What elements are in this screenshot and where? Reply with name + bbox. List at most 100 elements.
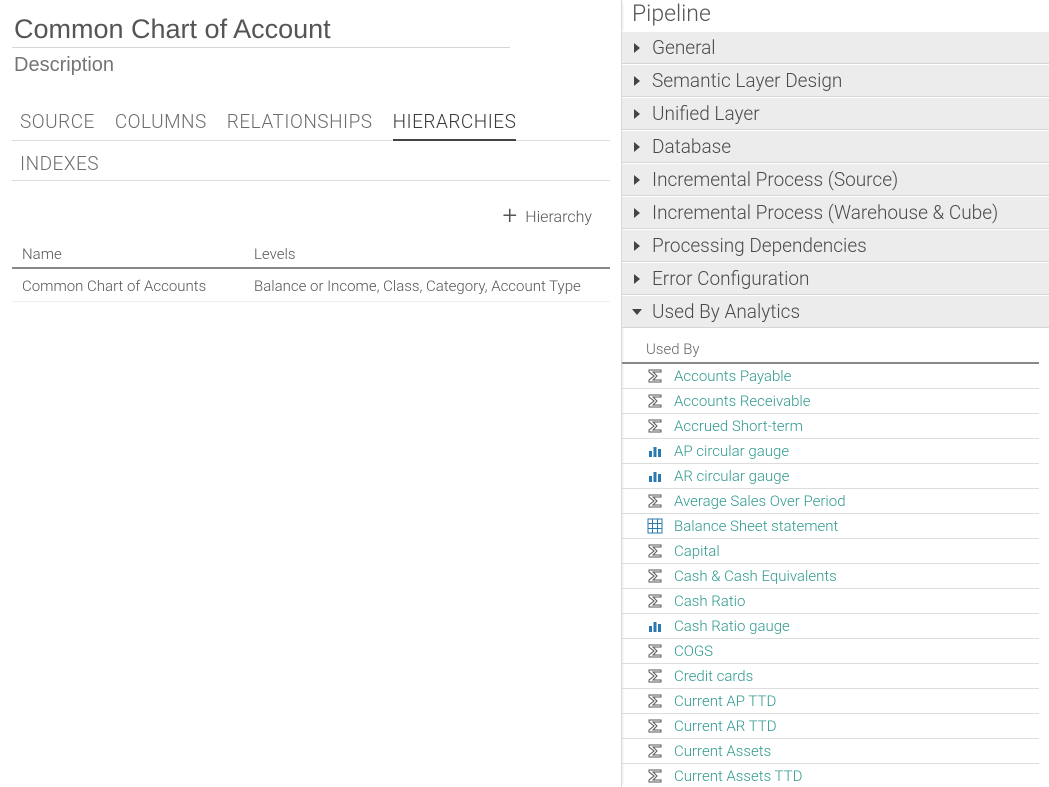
- usedby-item-label: Balance Sheet statement: [674, 517, 838, 535]
- usedby-item[interactable]: Credit cards: [622, 664, 1039, 689]
- table-row[interactable]: Common Chart of Accounts Balance or Inco…: [12, 269, 610, 302]
- accordion-semantic[interactable]: Semantic Layer Design: [622, 64, 1049, 97]
- col-header-name: Name: [22, 245, 254, 263]
- usedby-item[interactable]: AR circular gauge: [622, 464, 1039, 489]
- sigma-icon: [646, 593, 664, 609]
- accordion-label: Processing Dependencies: [652, 234, 867, 257]
- usedby-item-label: Current Assets TTD: [674, 767, 802, 785]
- caret-right-icon: [632, 208, 642, 218]
- tab-source[interactable]: SOURCE: [20, 106, 95, 141]
- caret-right-icon: [632, 76, 642, 86]
- hierarchy-table: Name Levels Common Chart of Accounts Bal…: [12, 239, 610, 302]
- sigma-icon: [646, 418, 664, 434]
- usedby-item-label: AR circular gauge: [674, 467, 789, 485]
- usedby-item-label: Current AR TTD: [674, 717, 777, 735]
- caret-right-icon: [632, 109, 642, 119]
- caret-right-icon: [632, 43, 642, 53]
- usedby-header: Used By: [622, 334, 1039, 364]
- sigma-icon: [646, 568, 664, 584]
- sigma-icon: [646, 543, 664, 559]
- accordion-database[interactable]: Database: [622, 130, 1049, 163]
- cell-levels: Balance or Income, Class, Category, Acco…: [254, 277, 610, 295]
- description-input[interactable]: [12, 48, 510, 79]
- accordion-label: Error Configuration: [652, 267, 809, 290]
- usedby-item-label: Cash & Cash Equivalents: [674, 567, 837, 585]
- accordion-label: Unified Layer: [652, 102, 760, 125]
- usedby-item-label: Current AP TTD: [674, 692, 776, 710]
- main-panel: SOURCE COLUMNS RELATIONSHIPS HIERARCHIES…: [0, 0, 622, 787]
- bars-icon: [646, 618, 664, 634]
- accordion-label: Used By Analytics: [652, 300, 800, 323]
- caret-right-icon: [632, 175, 642, 185]
- accordion-label: Semantic Layer Design: [652, 69, 842, 92]
- pipeline-title: Pipeline: [622, 0, 1049, 31]
- usedby-item[interactable]: Current AR TTD: [622, 714, 1039, 739]
- plus-icon: +: [503, 203, 518, 229]
- sigma-icon: [646, 768, 664, 784]
- bars-icon: [646, 468, 664, 484]
- accordion-label: Incremental Process (Source): [652, 168, 898, 191]
- sigma-icon: [646, 493, 664, 509]
- usedby-item[interactable]: Accounts Receivable: [622, 389, 1039, 414]
- caret-right-icon: [632, 241, 642, 251]
- accordion-label: General: [652, 36, 716, 59]
- add-hierarchy-button[interactable]: + Hierarchy: [12, 203, 610, 229]
- sigma-icon: [646, 743, 664, 759]
- sigma-icon: [646, 643, 664, 659]
- caret-right-icon: [632, 142, 642, 152]
- usedby-item[interactable]: Cash Ratio: [622, 589, 1039, 614]
- usedby-item[interactable]: Cash & Cash Equivalents: [622, 564, 1039, 589]
- sigma-icon: [646, 693, 664, 709]
- cell-name: Common Chart of Accounts: [22, 277, 254, 295]
- tab-hierarchies[interactable]: HIERARCHIES: [393, 106, 517, 141]
- usedby-item[interactable]: Capital: [622, 539, 1039, 564]
- usedby-item-label: Accrued Short-term: [674, 417, 803, 435]
- tab-columns[interactable]: COLUMNS: [115, 106, 207, 141]
- sigma-icon: [646, 718, 664, 734]
- usedby-item-label: Current Assets: [674, 742, 771, 760]
- accordion-general[interactable]: General: [622, 31, 1049, 64]
- col-header-levels: Levels: [254, 245, 610, 263]
- accordion-inc_wh[interactable]: Incremental Process (Warehouse & Cube): [622, 196, 1049, 229]
- accordion: General Semantic Layer Design Unified Laye…: [622, 31, 1049, 328]
- usedby-item-label: Accounts Receivable: [674, 392, 811, 410]
- add-hierarchy-label: Hierarchy: [525, 207, 592, 226]
- tabs-row-2: INDEXES: [12, 147, 610, 181]
- accordion-inc_source[interactable]: Incremental Process (Source): [622, 163, 1049, 196]
- accordion-error_cfg[interactable]: Error Configuration: [622, 262, 1049, 295]
- tabs-row-1: SOURCE COLUMNS RELATIONSHIPS HIERARCHIES: [12, 105, 610, 141]
- usedby-item-label: Cash Ratio gauge: [674, 617, 790, 635]
- accordion-used_by[interactable]: Used By Analytics: [622, 295, 1049, 328]
- pipeline-panel: Pipeline General Semantic Layer Design Uni…: [622, 0, 1049, 787]
- sigma-icon: [646, 368, 664, 384]
- accordion-unified[interactable]: Unified Layer: [622, 97, 1049, 130]
- sigma-icon: [646, 393, 664, 409]
- tab-relationships[interactable]: RELATIONSHIPS: [227, 106, 373, 141]
- usedby-item-label: COGS: [674, 642, 713, 660]
- usedby-item[interactable]: COGS: [622, 639, 1039, 664]
- caret-right-icon: [632, 274, 642, 284]
- usedby-item[interactable]: Current Assets: [622, 739, 1039, 764]
- usedby-item[interactable]: Accounts Payable: [622, 364, 1039, 389]
- accordion-proc_dep[interactable]: Processing Dependencies: [622, 229, 1049, 262]
- usedby-item[interactable]: Accrued Short-term: [622, 414, 1039, 439]
- caret-down-icon: [632, 307, 642, 317]
- usedby-list: Accounts Payable Accounts Receivable Accru…: [622, 364, 1039, 787]
- title-input[interactable]: [12, 10, 510, 48]
- usedby-item[interactable]: Cash Ratio gauge: [622, 614, 1039, 639]
- sigma-icon: [646, 668, 664, 684]
- usedby-item-label: Credit cards: [674, 667, 753, 685]
- usedby-item[interactable]: Average Sales Over Period: [622, 489, 1039, 514]
- accordion-label: Incremental Process (Warehouse & Cube): [652, 201, 998, 224]
- usedby-item-label: Capital: [674, 542, 720, 560]
- tab-indexes[interactable]: INDEXES: [20, 148, 99, 181]
- usedby-item-label: Cash Ratio: [674, 592, 745, 610]
- bars-icon: [646, 443, 664, 459]
- usedby-item[interactable]: Current AP TTD: [622, 689, 1039, 714]
- usedby-item-label: AP circular gauge: [674, 442, 789, 460]
- usedby-item[interactable]: Balance Sheet statement: [622, 514, 1039, 539]
- usedby-item[interactable]: Current Assets TTD: [622, 764, 1039, 787]
- usedby-item[interactable]: AP circular gauge: [622, 439, 1039, 464]
- hierarchy-table-header: Name Levels: [12, 239, 610, 269]
- grid-icon: [646, 518, 664, 534]
